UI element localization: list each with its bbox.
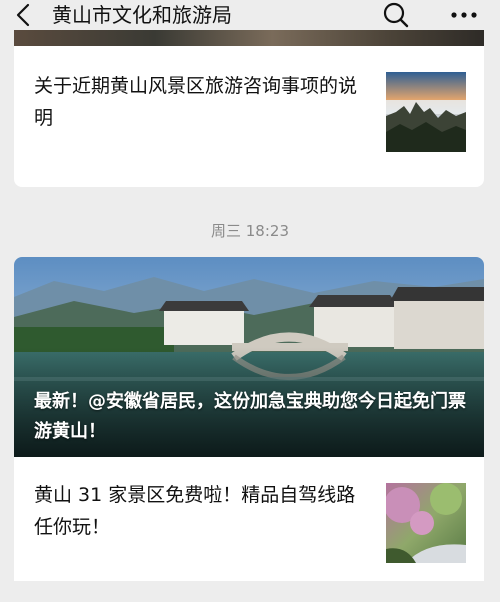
message-timestamp: 周三 18:23 bbox=[211, 222, 289, 240]
more-dots-icon[interactable] bbox=[448, 3, 480, 27]
article-thumbnail[interactable] bbox=[386, 483, 466, 563]
previous-cover-strip bbox=[14, 30, 484, 46]
article-card[interactable]: 关于近期黄山风景区旅游咨询事项的说明 bbox=[14, 30, 484, 187]
article-title[interactable]: 黄山 31 家景区免费啦！精品自驾线路任你玩！ bbox=[34, 479, 374, 543]
account-title: 黄山市文化和旅游局 bbox=[52, 3, 232, 27]
top-navigation-bar: 黄山市文化和旅游局 bbox=[0, 0, 500, 30]
search-icon[interactable] bbox=[382, 1, 410, 29]
article-title[interactable]: 关于近期黄山风景区旅游咨询事项的说明 bbox=[34, 70, 374, 134]
chevron-left-icon[interactable] bbox=[12, 2, 36, 28]
article-thumbnail[interactable] bbox=[386, 72, 466, 152]
cover-headline[interactable]: 最新！@安徽省居民，这份加急宝典助您今日起免门票游黄山！ bbox=[34, 387, 474, 447]
article-card-featured[interactable]: 最新！@安徽省居民，这份加急宝典助您今日起免门票游黄山！ 黄山 31 家景区免费… bbox=[14, 257, 484, 581]
